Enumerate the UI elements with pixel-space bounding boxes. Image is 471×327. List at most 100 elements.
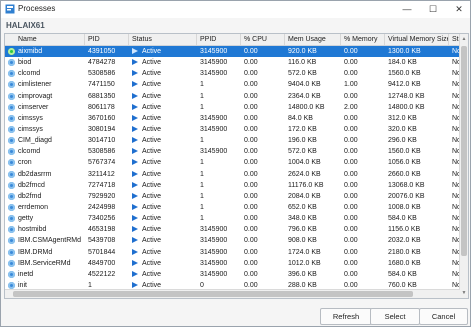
cell-cpu: 0.00 [244, 237, 258, 245]
table-row[interactable]: db2fmcd 7274718 Active 1 0.00 11176.0 KB 0.00 1… [5, 180, 461, 191]
column-header-ppid[interactable]: PPID [197, 34, 241, 45]
cell-pid: 5439708 [88, 237, 116, 245]
table-row[interactable]: biod 4784278 Active 3145900 0.00 116.0 KB 0.00… [5, 57, 461, 68]
cell-status: Active [129, 135, 197, 146]
cancel-button[interactable]: Cancel [419, 308, 468, 325]
cell-mem: 796.0 KB [288, 226, 317, 234]
cell-vsize: 320.0 KB [388, 125, 417, 133]
cell-ppid: 3145900 [200, 248, 228, 256]
cell-name: inetd [5, 269, 85, 280]
cell-cpu: 0.00 [244, 70, 258, 78]
refresh-button[interactable]: Refresh [320, 308, 372, 325]
maximize-button[interactable]: ☐ [422, 1, 444, 18]
cell-pid: 4391050 [88, 48, 116, 55]
table-row[interactable]: cimprovagt 6881350 Active 1 0.00 2364.0 KB 0.0… [5, 91, 461, 102]
cell-cpu: 0.00 [244, 114, 258, 122]
column-header-mem-usage[interactable]: Mem Usage [285, 34, 341, 45]
cell-pmem: 0.00 [344, 114, 358, 122]
cell-pid: 3670160 [88, 114, 116, 122]
cell-vsize: 20076.0 KB [388, 192, 425, 200]
table-row[interactable]: inetd 4522122 Active 3145900 0.00 396.0 KB 0.0… [5, 269, 461, 280]
cell-cpu: 0.00 [244, 159, 258, 167]
status-active-icon [132, 70, 138, 77]
cell-pid: 7471150 [88, 81, 115, 89]
minimize-button[interactable]: — [396, 1, 418, 18]
column-header-cpu[interactable]: % CPU [241, 34, 285, 45]
horizontal-scrollbar[interactable] [5, 289, 460, 298]
table-row[interactable]: cimssys 3670160 Active 3145900 0.00 84.0 KB 0.… [5, 113, 461, 124]
cell-name: db2fmcd [5, 180, 85, 191]
cell-pmem: 0.00 [344, 125, 358, 133]
cell-pmem: 0.00 [344, 181, 358, 189]
cell-pmem: 0.00 [344, 259, 358, 267]
select-button[interactable]: Select [370, 308, 420, 325]
cell-name: getty [5, 213, 85, 224]
cell-vsize: 1560.0 KB [388, 148, 421, 156]
cell-mem: 2624.0 KB [288, 170, 321, 178]
table-row[interactable]: IBM.ServiceRMd 4849700 Active 3145900 0.00 10… [5, 258, 461, 269]
cell-ppid: 3145900 [200, 237, 228, 245]
vertical-scroll-thumb[interactable] [461, 46, 467, 256]
cell-name: cimserver [5, 102, 85, 113]
cell-mem: 1012.0 KB [288, 259, 321, 267]
table-row[interactable]: IBM.DRMd 5701844 Active 3145900 0.00 1724.0 K… [5, 247, 461, 258]
cell-vsize: 1056.0 KB [388, 159, 421, 167]
process-icon [8, 48, 15, 55]
table-row[interactable]: IBM.CSMAgentRMd 5439708 Active 3145900 0.00 9… [5, 235, 461, 246]
status-active-icon [132, 103, 138, 110]
table-row[interactable]: CIM_diagd 3014710 Active 1 0.00 196.0 KB 0.00 2… [5, 135, 461, 146]
cell-vsize: 584.0 KB [388, 270, 417, 278]
column-header-virtual-memory[interactable]: Virtual Memory Size [385, 34, 449, 45]
vertical-scrollbar[interactable]: ▲ ▼ [459, 34, 468, 298]
table-row[interactable]: cimlistener 7471150 Active 1 0.00 9404.0 KB 1.… [5, 79, 461, 90]
cell-cpu: 0.00 [244, 270, 258, 278]
cell-pmem: 0.00 [344, 70, 358, 78]
cell-pmem: 0.00 [344, 137, 358, 145]
status-active-icon [132, 125, 138, 132]
cell-pid: 3211412 [88, 170, 115, 178]
cell-cpu: 0.00 [244, 215, 258, 223]
cell-name: cimssys [5, 113, 85, 124]
horizontal-scroll-thumb[interactable] [13, 291, 413, 297]
cell-pid: 7340256 [88, 215, 116, 223]
table-row[interactable]: errdemon 2424998 Active 1 0.00 652.0 KB 0.00 10… [5, 202, 461, 213]
process-icon [8, 125, 15, 133]
close-button[interactable]: ✕ [448, 1, 470, 18]
cell-pmem: 0.00 [344, 248, 358, 256]
table-row[interactable]: clcomd 5308586 Active 3145900 0.00 572.0 KB 0.… [5, 146, 461, 157]
scroll-up-arrow-icon[interactable]: ▲ [460, 34, 468, 44]
column-header-pct-memory[interactable]: % Memory [341, 34, 385, 45]
cell-status: Active [129, 269, 197, 280]
table-row[interactable]: hostmibd 4653198 Active 3145900 0.00 796.0 KB… [5, 224, 461, 235]
scroll-down-arrow-icon[interactable]: ▼ [460, 288, 468, 298]
cell-cpu: 0.00 [244, 181, 258, 189]
cell-name: IBM.DRMd [5, 247, 85, 258]
cell-mem: 908.0 KB [288, 237, 317, 245]
title-bar: Processes — ☐ ✕ [1, 1, 470, 18]
column-header-pid[interactable]: PID [85, 34, 129, 45]
cell-cpu: 0.00 [244, 48, 258, 55]
cell-name: biod [5, 57, 85, 68]
cell-pmem: 0.00 [344, 148, 358, 156]
cell-ppid: 3145900 [200, 148, 228, 156]
cell-ppid: 3145900 [200, 125, 228, 133]
cell-status: Active [129, 113, 197, 124]
column-header-name[interactable]: Name [5, 34, 85, 45]
table-row[interactable]: db2dasrrm 3211412 Active 1 0.00 2624.0 KB 0.00… [5, 169, 461, 180]
cell-status: Active [129, 102, 197, 113]
table-row[interactable]: cimssys 3080194 Active 3145900 0.00 172.0 KB 0… [5, 124, 461, 135]
cell-name: IBM.ServiceRMd [5, 258, 85, 269]
status-active-icon [132, 259, 138, 266]
table-row[interactable]: getty 7340256 Active 1 0.00 348.0 KB 0.00 584.0… [5, 213, 461, 224]
process-icon [8, 203, 15, 211]
cell-vsize: 1680.0 KB [388, 259, 421, 267]
cell-ppid: 1 [200, 159, 204, 167]
column-header-status[interactable]: Status [129, 34, 197, 45]
cell-mem: 396.0 KB [288, 270, 317, 278]
table-row[interactable]: aixmibd 4391050 Active 3145900 0.00 920.0 KB 0… [5, 46, 461, 58]
table-row[interactable]: db2fmd 7929920 Active 1 0.00 2084.0 KB 0.00 200… [5, 191, 461, 202]
cell-status: Active [129, 235, 197, 246]
table-row[interactable]: cron 5767374 Active 1 0.00 1004.0 KB 0.00 1056.… [5, 157, 461, 168]
table-row[interactable]: cimserver 8061178 Active 1 0.00 14800.0 KB 2.0… [5, 102, 461, 113]
table-row[interactable]: clcomd 5308586 Active 3145900 0.00 572.0 KB 0.… [5, 68, 461, 79]
